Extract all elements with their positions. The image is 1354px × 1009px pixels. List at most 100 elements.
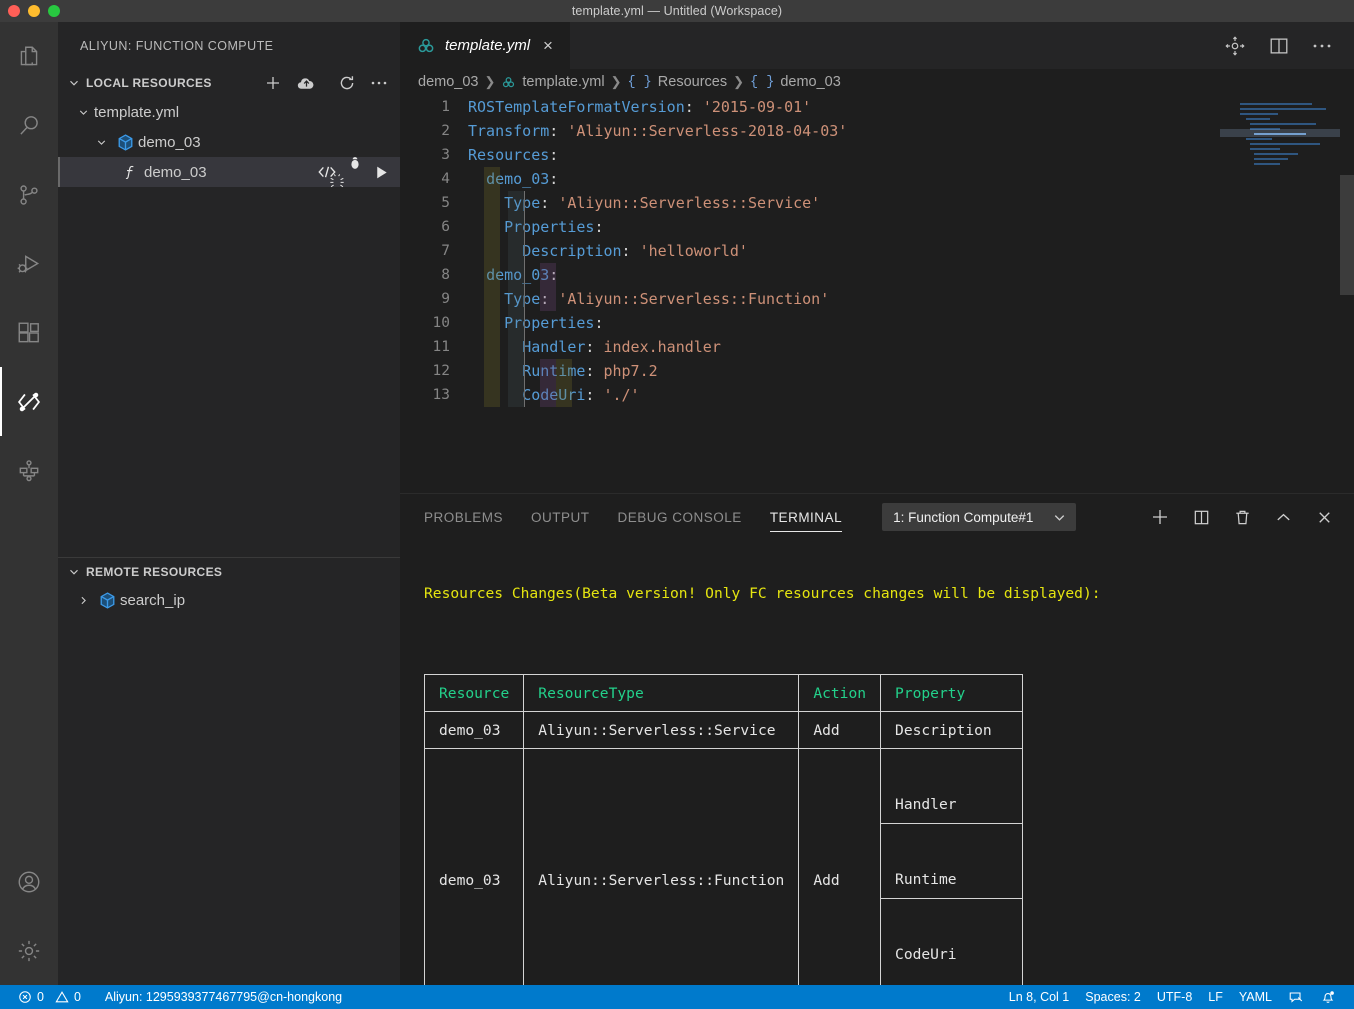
terminal-banner: Resources Changes(Beta version! Only FC … bbox=[424, 584, 1354, 603]
account-icon[interactable] bbox=[0, 847, 58, 916]
cell-property-list: Handler Runtime CodeUri bbox=[881, 749, 1023, 986]
zoom-window-button[interactable] bbox=[48, 5, 60, 17]
encoding-status[interactable]: UTF-8 bbox=[1149, 985, 1200, 1009]
split-layout-icon[interactable] bbox=[1224, 35, 1246, 57]
window-controls[interactable] bbox=[8, 0, 60, 22]
feedback-icon[interactable] bbox=[1280, 985, 1312, 1009]
tree-item-search-ip[interactable]: search_ip bbox=[58, 585, 400, 615]
sidebar-title: ALIYUN: FUNCTION COMPUTE bbox=[58, 22, 400, 69]
chevron-right-icon: ❯ bbox=[611, 74, 622, 90]
indentation-status[interactable]: Spaces: 2 bbox=[1077, 985, 1149, 1009]
code-line[interactable]: 1ROSTemplateFormatVersion: '2015-09-01' bbox=[400, 95, 1354, 119]
minimize-window-button[interactable] bbox=[28, 5, 40, 17]
more-icon[interactable] bbox=[370, 80, 388, 86]
table-header-row: Resource ResourceType Action Property bbox=[425, 675, 1023, 712]
code-text: Type: 'Aliyun::Serverless::Function' bbox=[468, 287, 829, 311]
close-icon[interactable]: × bbox=[543, 36, 553, 56]
gear-icon[interactable] bbox=[0, 916, 58, 985]
error-count: 0 bbox=[37, 990, 44, 1004]
bug-icon[interactable] bbox=[346, 154, 364, 190]
eol-status[interactable]: LF bbox=[1200, 985, 1231, 1009]
tree-item-template-yml[interactable]: template.yml bbox=[58, 97, 400, 127]
language-mode-status[interactable]: YAML bbox=[1231, 985, 1280, 1009]
new-terminal-icon[interactable] bbox=[1150, 507, 1170, 527]
window-title: template.yml — Untitled (Workspace) bbox=[572, 4, 782, 18]
tab-terminal[interactable]: TERMINAL bbox=[770, 494, 842, 540]
problems-status[interactable]: 0 0 bbox=[10, 985, 89, 1009]
code-text: Handler: index.handler bbox=[468, 335, 721, 359]
debug-icon[interactable] bbox=[0, 229, 58, 298]
code-lines[interactable]: 1ROSTemplateFormatVersion: '2015-09-01'2… bbox=[400, 95, 1354, 407]
tab-debug-console[interactable]: DEBUG CONSOLE bbox=[618, 494, 742, 540]
tab-problems[interactable]: PROBLEMS bbox=[424, 494, 503, 540]
refresh-icon[interactable] bbox=[338, 74, 356, 92]
chevron-right-icon: ❯ bbox=[484, 74, 495, 90]
line-number: 13 bbox=[400, 383, 468, 407]
aliyun-account-status[interactable]: Aliyun: 1295939377467795@cn-hongkong bbox=[97, 985, 350, 1009]
tree-item-service-demo-03[interactable]: demo_03 bbox=[58, 127, 400, 157]
code-line[interactable]: 2Transform: 'Aliyun::Serverless-2018-04-… bbox=[400, 119, 1354, 143]
tree-item-label: template.yml bbox=[94, 104, 179, 121]
tree-item-function-demo-03[interactable]: demo_03 bbox=[58, 157, 400, 187]
code-line[interactable]: 9 Type: 'Aliyun::Serverless::Function' bbox=[400, 287, 1354, 311]
code-line[interactable]: 13 CodeUri: './' bbox=[400, 383, 1354, 407]
code-line[interactable]: 11 Handler: index.handler bbox=[400, 335, 1354, 359]
cell-action: Add bbox=[799, 712, 881, 749]
error-circle-icon bbox=[18, 990, 32, 1004]
plus-icon[interactable] bbox=[264, 74, 282, 92]
status-bar: 0 0 Aliyun: 1295939377467795@cn-hongkong… bbox=[0, 985, 1354, 1009]
close-window-button[interactable] bbox=[8, 5, 20, 17]
cursor-position-status[interactable]: Ln 8, Col 1 bbox=[1001, 985, 1077, 1009]
code-editor[interactable]: 1ROSTemplateFormatVersion: '2015-09-01'2… bbox=[400, 95, 1354, 493]
minimap[interactable] bbox=[1220, 95, 1340, 493]
chevron-right-icon[interactable] bbox=[72, 594, 94, 607]
code-line[interactable]: 10 Properties: bbox=[400, 311, 1354, 335]
terminal-selector[interactable]: 1: Function Compute#1 bbox=[882, 503, 1076, 531]
breadcrumb-item-3[interactable]: demo_03 bbox=[780, 74, 840, 90]
chevron-down-icon[interactable] bbox=[72, 106, 94, 119]
title-bar: template.yml — Untitled (Workspace) bbox=[0, 0, 1354, 22]
code-text: demo_03: bbox=[468, 263, 558, 287]
cloud-upload-icon[interactable] bbox=[296, 74, 324, 93]
aliyun-fc-icon bbox=[501, 75, 516, 90]
breadcrumb-item-1[interactable]: template.yml bbox=[522, 74, 604, 90]
files-icon[interactable] bbox=[0, 22, 58, 91]
line-number: 10 bbox=[400, 311, 468, 335]
play-icon[interactable] bbox=[373, 164, 390, 181]
close-panel-icon[interactable] bbox=[1315, 508, 1334, 527]
split-editor-icon[interactable] bbox=[1268, 35, 1290, 57]
search-icon[interactable] bbox=[0, 91, 58, 160]
breadcrumb-item-0[interactable]: demo_03 bbox=[418, 74, 478, 90]
line-number: 1 bbox=[400, 95, 468, 119]
code-line[interactable]: 7 Description: 'helloworld' bbox=[400, 239, 1354, 263]
code-text: CodeUri: './' bbox=[468, 383, 640, 407]
source-control-icon[interactable] bbox=[0, 160, 58, 229]
col-resource: Resource bbox=[425, 675, 524, 712]
bell-dot-icon[interactable] bbox=[1312, 985, 1344, 1009]
code-line[interactable]: 4 demo_03: bbox=[400, 167, 1354, 191]
tab-output[interactable]: OUTPUT bbox=[531, 494, 590, 540]
property-item: CodeUri bbox=[881, 937, 1022, 974]
code-line[interactable]: 5 Type: 'Aliyun::Serverless::Service' bbox=[400, 191, 1354, 215]
code-line[interactable]: 12 Runtime: php7.2 bbox=[400, 359, 1354, 383]
chevron-down-icon[interactable] bbox=[90, 136, 112, 149]
aliyun-function-compute-icon[interactable] bbox=[0, 367, 58, 436]
editor-scrollbar[interactable] bbox=[1340, 175, 1354, 295]
local-resources-section-header[interactable]: LOCAL RESOURCES bbox=[58, 69, 400, 97]
tree-item-label: search_ip bbox=[120, 592, 185, 609]
remote-resources-section-header[interactable]: REMOTE RESOURCES bbox=[58, 557, 400, 585]
tree-item-label: demo_03 bbox=[138, 134, 201, 151]
code-line[interactable]: 3Resources: bbox=[400, 143, 1354, 167]
split-terminal-icon[interactable] bbox=[1192, 508, 1211, 527]
code-line[interactable]: 6 Properties: bbox=[400, 215, 1354, 239]
more-actions-icon[interactable] bbox=[1312, 43, 1332, 49]
tab-template-yml[interactable]: template.yml × bbox=[400, 22, 570, 69]
remote-explorer-icon[interactable] bbox=[0, 436, 58, 505]
table-row: demo_03 Aliyun::Serverless::Service Add … bbox=[425, 712, 1023, 749]
kill-terminal-icon[interactable] bbox=[1233, 508, 1252, 527]
maximize-panel-icon[interactable] bbox=[1274, 508, 1293, 527]
code-line[interactable]: 8 demo_03: bbox=[400, 263, 1354, 287]
extensions-icon[interactable] bbox=[0, 298, 58, 367]
terminal-output[interactable]: Resources Changes(Beta version! Only FC … bbox=[400, 540, 1354, 985]
breadcrumb-item-2[interactable]: Resources bbox=[658, 74, 727, 90]
